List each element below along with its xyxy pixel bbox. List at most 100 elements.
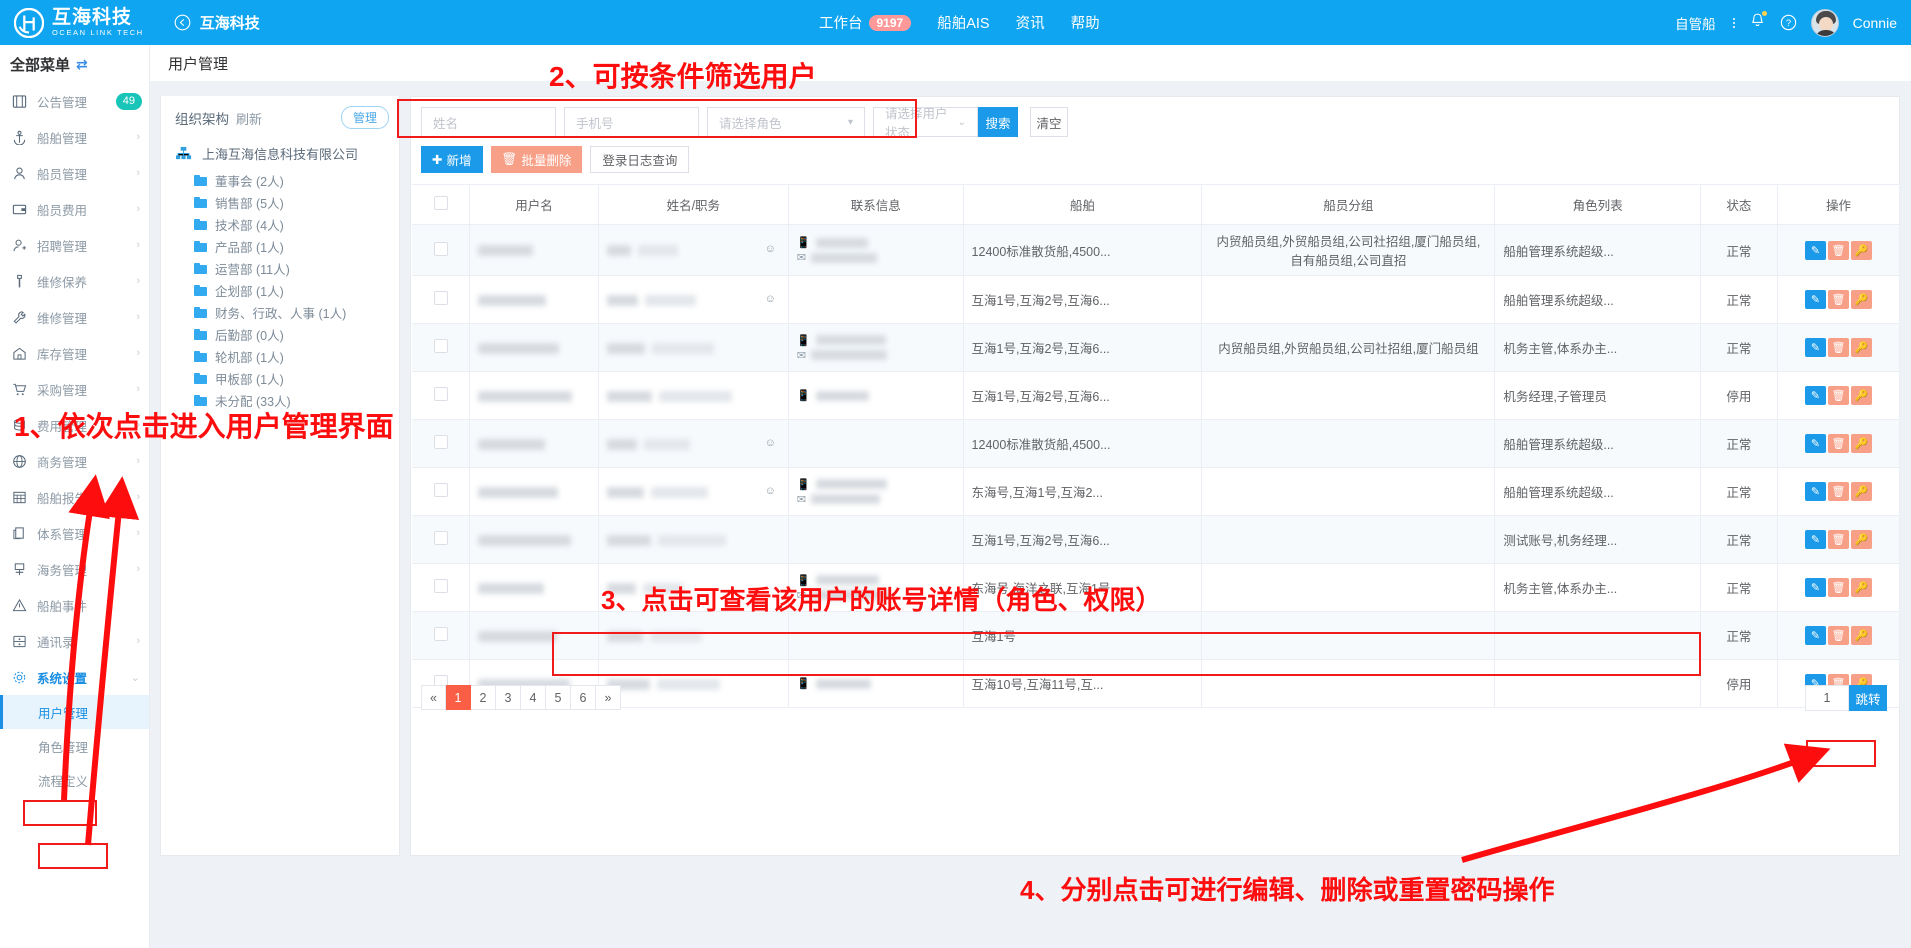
page-3[interactable]: 3 — [496, 685, 521, 710]
cell-username[interactable] — [469, 515, 599, 564]
row-select-cell[interactable] — [412, 467, 471, 516]
avatar[interactable] — [1810, 8, 1839, 37]
delete-icon[interactable]: 🗑 — [1827, 626, 1849, 645]
row-select-cell[interactable] — [412, 515, 471, 564]
select-all-checkbox[interactable] — [433, 196, 448, 210]
search-button[interactable]: 搜索 — [978, 107, 1018, 137]
reset-password-icon[interactable]: 🔑 — [1850, 240, 1872, 260]
row-select-cell[interactable] — [412, 419, 471, 468]
sidebar-item-contacts[interactable]: 通讯录 › — [0, 623, 149, 659]
edit-icon[interactable]: ✎ — [1804, 290, 1826, 309]
phone-input[interactable]: 手机号 — [564, 107, 699, 137]
edit-icon[interactable]: ✎ — [1804, 338, 1826, 357]
cell-username[interactable] — [469, 563, 599, 612]
self-managed-label[interactable]: 自管船 — [1675, 13, 1716, 33]
sidebar-item-ship-management[interactable]: 船舶管理 › — [0, 119, 149, 155]
swap-icon[interactable]: ⇄ — [76, 56, 88, 73]
delete-icon[interactable]: 🗑 — [1827, 338, 1849, 357]
table-row[interactable]: ☺ 互海1号,互海2号,互海6... 船舶管理系统超级... 正常 ✎ 🗑 🔑 — [412, 275, 1901, 324]
page-1[interactable]: 1 — [446, 685, 471, 710]
org-node[interactable]: 轮机部 (1人) — [161, 345, 399, 367]
clear-button[interactable]: 清空 — [1030, 107, 1068, 137]
sidebar-item-procurement[interactable]: 采购管理 › — [0, 371, 149, 407]
nav-news[interactable]: 资讯 — [1016, 12, 1045, 33]
table-row[interactable]: 📱 ✉ 互海1号,互海2号,互海6... 内贸船员组,外贸船员组,公司社招组,厦门船员… — [412, 323, 1901, 372]
page-6[interactable]: 6 — [571, 685, 596, 710]
sidebar-item-marine-affairs[interactable]: 海务管理 › — [0, 551, 149, 587]
sidebar-item-system-settings[interactable]: 系统设置 ⌄ — [0, 659, 149, 695]
org-node[interactable]: 运营部 (11人) — [161, 257, 399, 279]
delete-icon[interactable]: 🗑 — [1827, 578, 1849, 597]
sidebar-item-ship-events[interactable]: 船舶事件 — [0, 587, 149, 623]
back-arrow-icon[interactable] — [174, 14, 191, 31]
cell-username[interactable] — [469, 371, 599, 420]
sidebar-subitem-process-definition[interactable]: 流程定义 — [0, 763, 149, 797]
sidebar-subitem-user-management[interactable]: 用户管理 — [0, 695, 149, 729]
row-checkbox[interactable] — [433, 627, 448, 641]
cell-operations[interactable]: ✎ 🗑 🔑 — [1777, 323, 1901, 372]
cell-operations[interactable]: ✎ 🗑 🔑 — [1777, 419, 1901, 468]
cell-username[interactable] — [469, 467, 599, 516]
row-checkbox[interactable] — [433, 241, 448, 256]
table-row[interactable]: ☺ 📱 ✉ 12400标准散货船,4500... 内贸船员组,外贸船员组,公司社招组,厦… — [412, 224, 1901, 276]
row-checkbox[interactable] — [433, 531, 448, 545]
cell-username[interactable] — [469, 323, 599, 372]
page-next[interactable]: » — [596, 685, 621, 710]
sidebar-item-expense-management[interactable]: 费用管理 › — [0, 407, 149, 443]
edit-icon[interactable]: ✎ — [1804, 578, 1826, 597]
row-select-cell[interactable] — [412, 224, 471, 276]
login-log-button[interactable]: 登录日志查询 — [590, 146, 690, 173]
add-button[interactable]: ✚ 新增 — [421, 146, 483, 173]
row-checkbox[interactable] — [433, 579, 448, 593]
help-circle-icon[interactable]: ? — [1780, 14, 1797, 31]
page-prev[interactable]: « — [421, 685, 446, 710]
page-jump-input[interactable]: 1 — [1805, 685, 1849, 711]
cell-username[interactable] — [469, 224, 599, 276]
page-jump-button[interactable]: 跳转 — [1849, 685, 1887, 711]
more-options-icon[interactable] — [1732, 17, 1735, 28]
table-row[interactable]: ☺ 12400标准散货船,4500... 船舶管理系统超级... 正常 ✎ 🗑 🔑 — [412, 419, 1901, 468]
delete-icon[interactable]: 🗑 — [1827, 386, 1849, 405]
cell-operations[interactable]: ✎ 🗑 🔑 — [1777, 371, 1901, 420]
org-node[interactable]: 企划部 (1人) — [161, 279, 399, 301]
edit-icon[interactable]: ✎ — [1804, 386, 1826, 405]
cell-operations[interactable]: ✎ 🗑 🔑 — [1777, 275, 1901, 324]
cell-operations[interactable]: ✎ 🗑 🔑 — [1777, 563, 1901, 612]
status-select[interactable]: 请选择用户状态 ⌄ — [873, 107, 978, 140]
table-row[interactable]: 📱 ✉ 东海号,海洋之联,互海1号 机务主管,体系办主... 正常 ✎ 🗑 🔑 — [412, 563, 1901, 612]
reset-password-icon[interactable]: 🔑 — [1850, 578, 1872, 597]
sidebar-item-maintenance-upkeep[interactable]: 维修保养 › — [0, 263, 149, 299]
org-node[interactable]: 未分配 (33人) — [161, 389, 399, 411]
page-4[interactable]: 4 — [521, 685, 546, 710]
cell-operations[interactable]: ✎ 🗑 🔑 — [1777, 515, 1901, 564]
select-all-header[interactable] — [412, 184, 471, 225]
brand-logo[interactable]: 互海科技 OCEAN LINK TECH — [14, 7, 144, 38]
edit-icon[interactable]: ✎ — [1804, 240, 1826, 260]
back-nav[interactable]: 互海科技 — [174, 12, 260, 33]
cell-operations[interactable]: ✎ 🗑 🔑 — [1777, 224, 1901, 276]
delete-icon[interactable]: 🗑 — [1827, 434, 1849, 453]
reset-password-icon[interactable]: 🔑 — [1850, 626, 1872, 645]
table-row[interactable]: 互海1号 正常 ✎ 🗑 🔑 — [412, 611, 1901, 660]
row-checkbox[interactable] — [433, 387, 448, 401]
org-node[interactable]: 后勤部 (0人) — [161, 323, 399, 345]
page-5[interactable]: 5 — [546, 685, 571, 710]
name-input[interactable]: 姓名 — [421, 107, 556, 137]
sidebar-item-recruitment[interactable]: 招聘管理 › — [0, 227, 149, 263]
notification-bell[interactable] — [1749, 10, 1767, 34]
org-node[interactable]: 技术部 (4人) — [161, 213, 399, 235]
delete-icon[interactable]: 🗑 — [1827, 290, 1849, 309]
table-row[interactable]: 互海1号,互海2号,互海6... 测试账号,机务经理... 正常 ✎ 🗑 🔑 — [412, 515, 1901, 564]
table-row[interactable]: ☺ 📱 ✉ 东海号,互海1号,互海2... 船舶管理系统超级... 正常 ✎ 🗑 🔑 — [412, 467, 1901, 516]
reset-password-icon[interactable]: 🔑 — [1850, 434, 1872, 453]
nav-ais[interactable]: 船舶AIS — [937, 12, 989, 33]
row-select-cell[interactable] — [412, 371, 471, 420]
org-node[interactable]: 销售部 (5人) — [161, 191, 399, 213]
org-manage-button[interactable]: 管理 — [340, 106, 389, 129]
row-checkbox[interactable] — [433, 435, 448, 449]
row-checkbox[interactable] — [433, 483, 448, 497]
cell-username[interactable] — [469, 611, 599, 660]
delete-icon[interactable]: 🗑 — [1827, 240, 1849, 260]
sidebar-item-business-management[interactable]: 商务管理 › — [0, 443, 149, 479]
row-select-cell[interactable] — [412, 323, 471, 372]
